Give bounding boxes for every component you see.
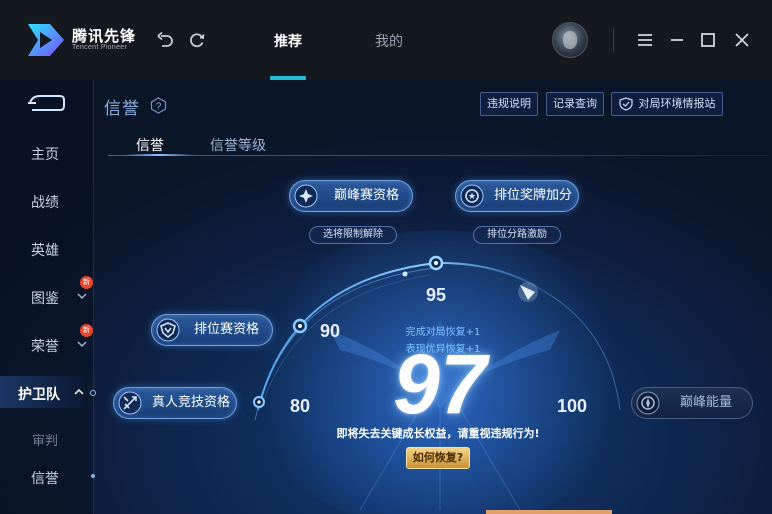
new-badge: 新	[80, 276, 93, 289]
peak-energy[interactable]: 巅峰能量	[631, 387, 753, 419]
tab-mine[interactable]: 我的	[375, 31, 403, 51]
credit-arc-graphic	[240, 230, 640, 514]
energy-icon	[636, 391, 660, 415]
tab-credit-level[interactable]: 信誉等级	[210, 135, 266, 155]
how-to-recover-button[interactable]: 如何恢复?	[406, 447, 470, 469]
page-title: 信誉	[104, 99, 140, 119]
human-match-icon	[118, 391, 142, 415]
ranked-match-qualification[interactable]: 排位赛资格	[151, 314, 273, 346]
chevron-down-icon[interactable]	[77, 340, 87, 348]
violation-info-button[interactable]: 违规说明	[480, 92, 538, 116]
refresh-icon[interactable]	[187, 30, 207, 50]
avatar[interactable]	[552, 22, 588, 58]
environment-intel-button[interactable]: 对局环境情报站	[611, 92, 723, 116]
sidebar-item-guard[interactable]: 护卫队	[0, 384, 84, 404]
svg-text:?: ?	[156, 102, 162, 113]
bottom-accent-strip	[486, 510, 612, 514]
human-competition-qualification[interactable]: 真人竞技资格	[113, 387, 237, 419]
tab-credit[interactable]: 信誉	[136, 135, 164, 155]
mark-95: 95	[426, 285, 447, 305]
back-icon[interactable]	[26, 94, 66, 112]
app-name-en: Tencent Pioneer	[72, 44, 128, 51]
undo-icon[interactable]	[155, 30, 175, 50]
close-icon[interactable]	[732, 30, 752, 50]
active-subtab-indicator	[124, 154, 194, 156]
tab-recommend[interactable]: 推荐	[274, 31, 302, 51]
maximize-icon[interactable]	[698, 30, 718, 50]
rank-medal-bonus[interactable]: 排位奖牌加分	[455, 180, 579, 212]
ranked-label: 排位赛资格	[194, 322, 260, 337]
title-bar: 腾讯先锋 Tencent Pioneer 推荐 我的	[0, 0, 772, 80]
selected-dot	[91, 474, 95, 478]
peak-note: 选将限制解除	[309, 226, 397, 244]
tencent-pioneer-logo	[28, 24, 64, 56]
rank-bonus-label: 排位奖牌加分	[494, 188, 573, 203]
peak-match-qualification[interactable]: 巅峰赛资格	[289, 180, 413, 212]
help-icon[interactable]: ?	[150, 97, 167, 114]
rank-bonus-note: 排位分路激励	[473, 226, 561, 244]
divider	[613, 28, 614, 52]
sidebar-item-home[interactable]: 主页	[0, 144, 90, 164]
main-panel: 主页 战绩 英雄 图鉴 新 荣誉 新 护卫队 审判 信誉 信誉 ? 违规说明 记…	[0, 80, 772, 514]
sidebar: 主页 战绩 英雄 图鉴 新 荣誉 新 护卫队 审判 信誉	[0, 80, 96, 514]
mark-80: 80	[290, 396, 311, 416]
medal-icon	[460, 184, 484, 208]
mark-90: 90	[320, 321, 341, 341]
peak-icon	[294, 184, 318, 208]
app-name-cn: 腾讯先锋	[72, 27, 137, 45]
sidebar-item-judgement[interactable]: 审判	[0, 430, 90, 449]
environment-intel-label: 对局环境情报站	[638, 97, 716, 110]
sidebar-item-records[interactable]: 战绩	[0, 192, 90, 212]
peak-label: 巅峰赛资格	[334, 188, 400, 203]
warning-text: 即将失去关键成长权益，请重视违规行为!	[336, 427, 540, 440]
record-query-button[interactable]: 记录查询	[546, 92, 604, 116]
minimize-icon[interactable]	[667, 30, 687, 50]
ranked-icon	[156, 318, 180, 342]
shield-icon	[619, 97, 633, 111]
chevron-up-icon[interactable]	[74, 388, 84, 396]
sidebar-item-credit[interactable]: 信誉	[0, 468, 90, 488]
new-badge: 新	[80, 324, 93, 337]
mark-100: 100	[557, 396, 588, 416]
menu-icon[interactable]	[635, 30, 655, 50]
credit-score: 97	[393, 337, 487, 431]
sidebar-item-heroes[interactable]: 英雄	[0, 240, 90, 260]
chevron-down-icon[interactable]	[77, 292, 87, 300]
recover-by-match: 完成对局恢复+1	[405, 327, 481, 338]
human-label: 真人竞技资格	[152, 395, 231, 410]
subtab-divider	[108, 155, 768, 156]
active-dot	[90, 390, 96, 396]
energy-label: 巅峰能量	[680, 395, 733, 410]
app-name: 腾讯先锋 Tencent Pioneer	[72, 28, 136, 51]
